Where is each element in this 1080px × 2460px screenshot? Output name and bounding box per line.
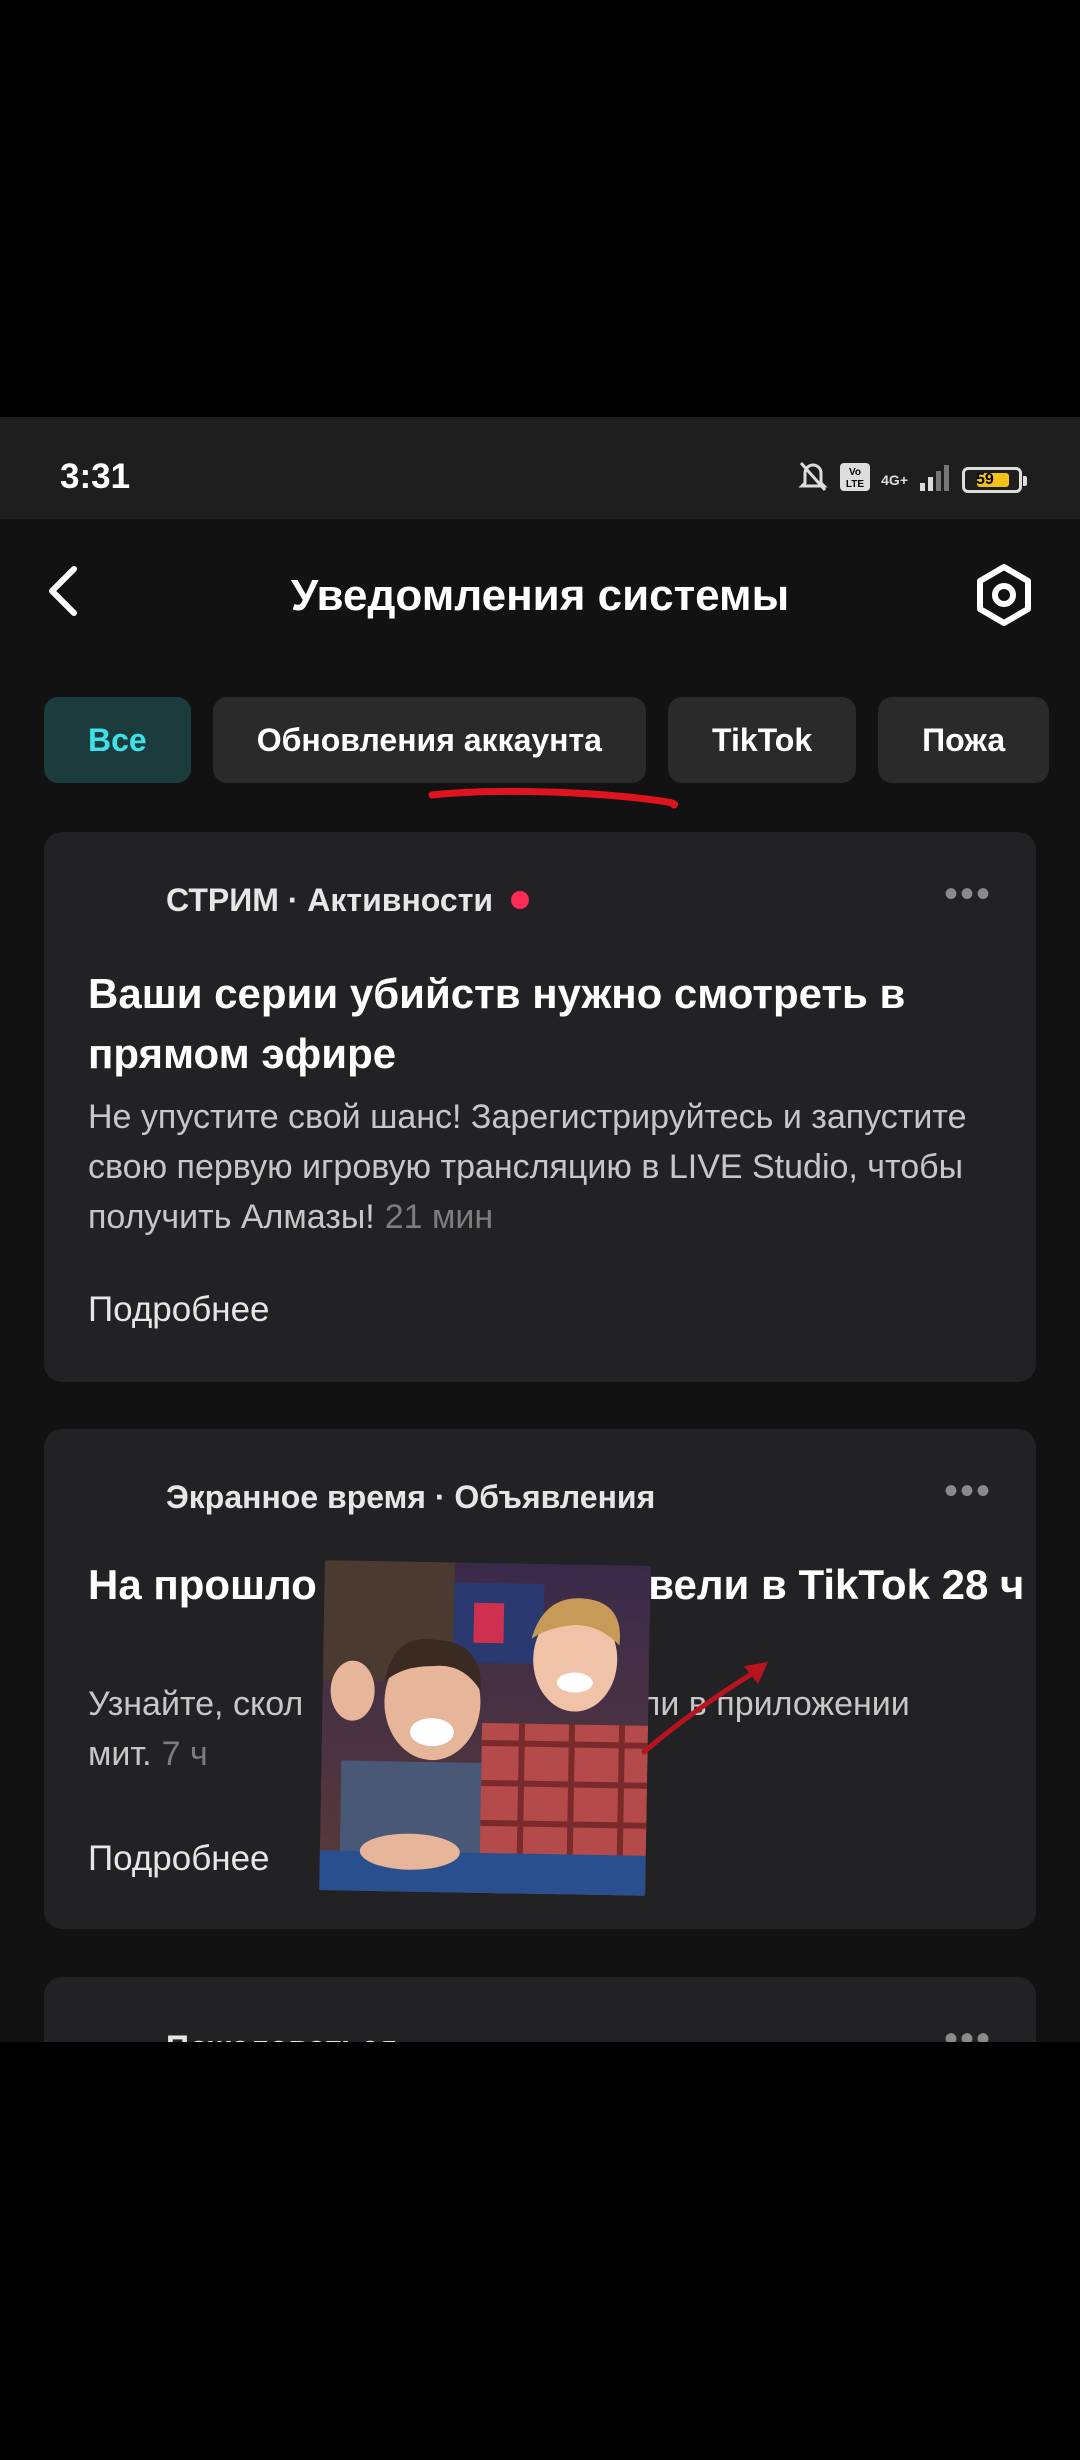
settings-button[interactable]	[972, 563, 1036, 627]
red-underline-annotation	[428, 787, 678, 809]
svg-text:Vo: Vo	[849, 467, 861, 478]
tab-all[interactable]: Все	[44, 697, 191, 783]
meme-photo-overlay	[319, 1560, 651, 1896]
notification-time: 7 ч	[161, 1735, 208, 1773]
gear-icon	[977, 564, 1031, 626]
filter-tabs: Все Обновления аккаунта TikTok Пожа	[44, 697, 1071, 785]
notification-card[interactable]: Пожаловаться •••	[44, 1977, 1036, 2042]
more-options-button[interactable]: •••	[944, 1469, 992, 1514]
bell-off-icon	[797, 459, 829, 500]
notification-category: Экранное время · Объявления	[166, 1479, 656, 1515]
details-link[interactable]: Подробнее	[88, 1839, 270, 1879]
status-icons: Vo LTE 4G+ 59	[797, 459, 1027, 500]
tab-tiktok[interactable]: TikTok	[667, 697, 857, 783]
volte-icon: Vo LTE	[839, 462, 871, 497]
status-time: 3:31	[60, 457, 131, 496]
page-title: Уведомления системы	[290, 571, 790, 620]
network-type: 4G+	[881, 471, 908, 488]
notification-title: Ваши серии убийств нужно смотреть в прям…	[88, 970, 906, 1077]
notification-category: СТРИМ · Активности	[166, 882, 530, 919]
more-options-button[interactable]: •••	[944, 872, 992, 917]
tab-account-updates[interactable]: Обновления аккаунта	[212, 697, 646, 783]
status-bar: 3:31 Vo LTE 4G+ 59	[0, 417, 1080, 519]
notifications-screen: 3:31 Vo LTE 4G+ 59 Уведомления системы В…	[0, 417, 1080, 2042]
header: Уведомления системы	[0, 519, 1080, 669]
red-arrow-annotation	[641, 1662, 768, 1755]
battery-icon: 59	[962, 466, 1027, 493]
signal-icon	[918, 463, 952, 496]
notification-body: Не упустите свой шанс! Зарегистрируйтесь…	[88, 1098, 967, 1236]
svg-text:LTE: LTE	[846, 479, 864, 490]
notification-time: 21 мин	[384, 1198, 494, 1236]
notification-category: Пожаловаться	[166, 2029, 397, 2042]
unread-dot	[511, 890, 530, 909]
more-options-button[interactable]: •••	[944, 2017, 992, 2042]
battery-level: 59	[976, 470, 994, 488]
details-link[interactable]: Подробнее	[88, 1290, 270, 1330]
tab-complaints[interactable]: Пожа	[878, 697, 1050, 783]
notification-card[interactable]: СТРИМ · Активности ••• Ваши серии убийст…	[44, 832, 1036, 1382]
